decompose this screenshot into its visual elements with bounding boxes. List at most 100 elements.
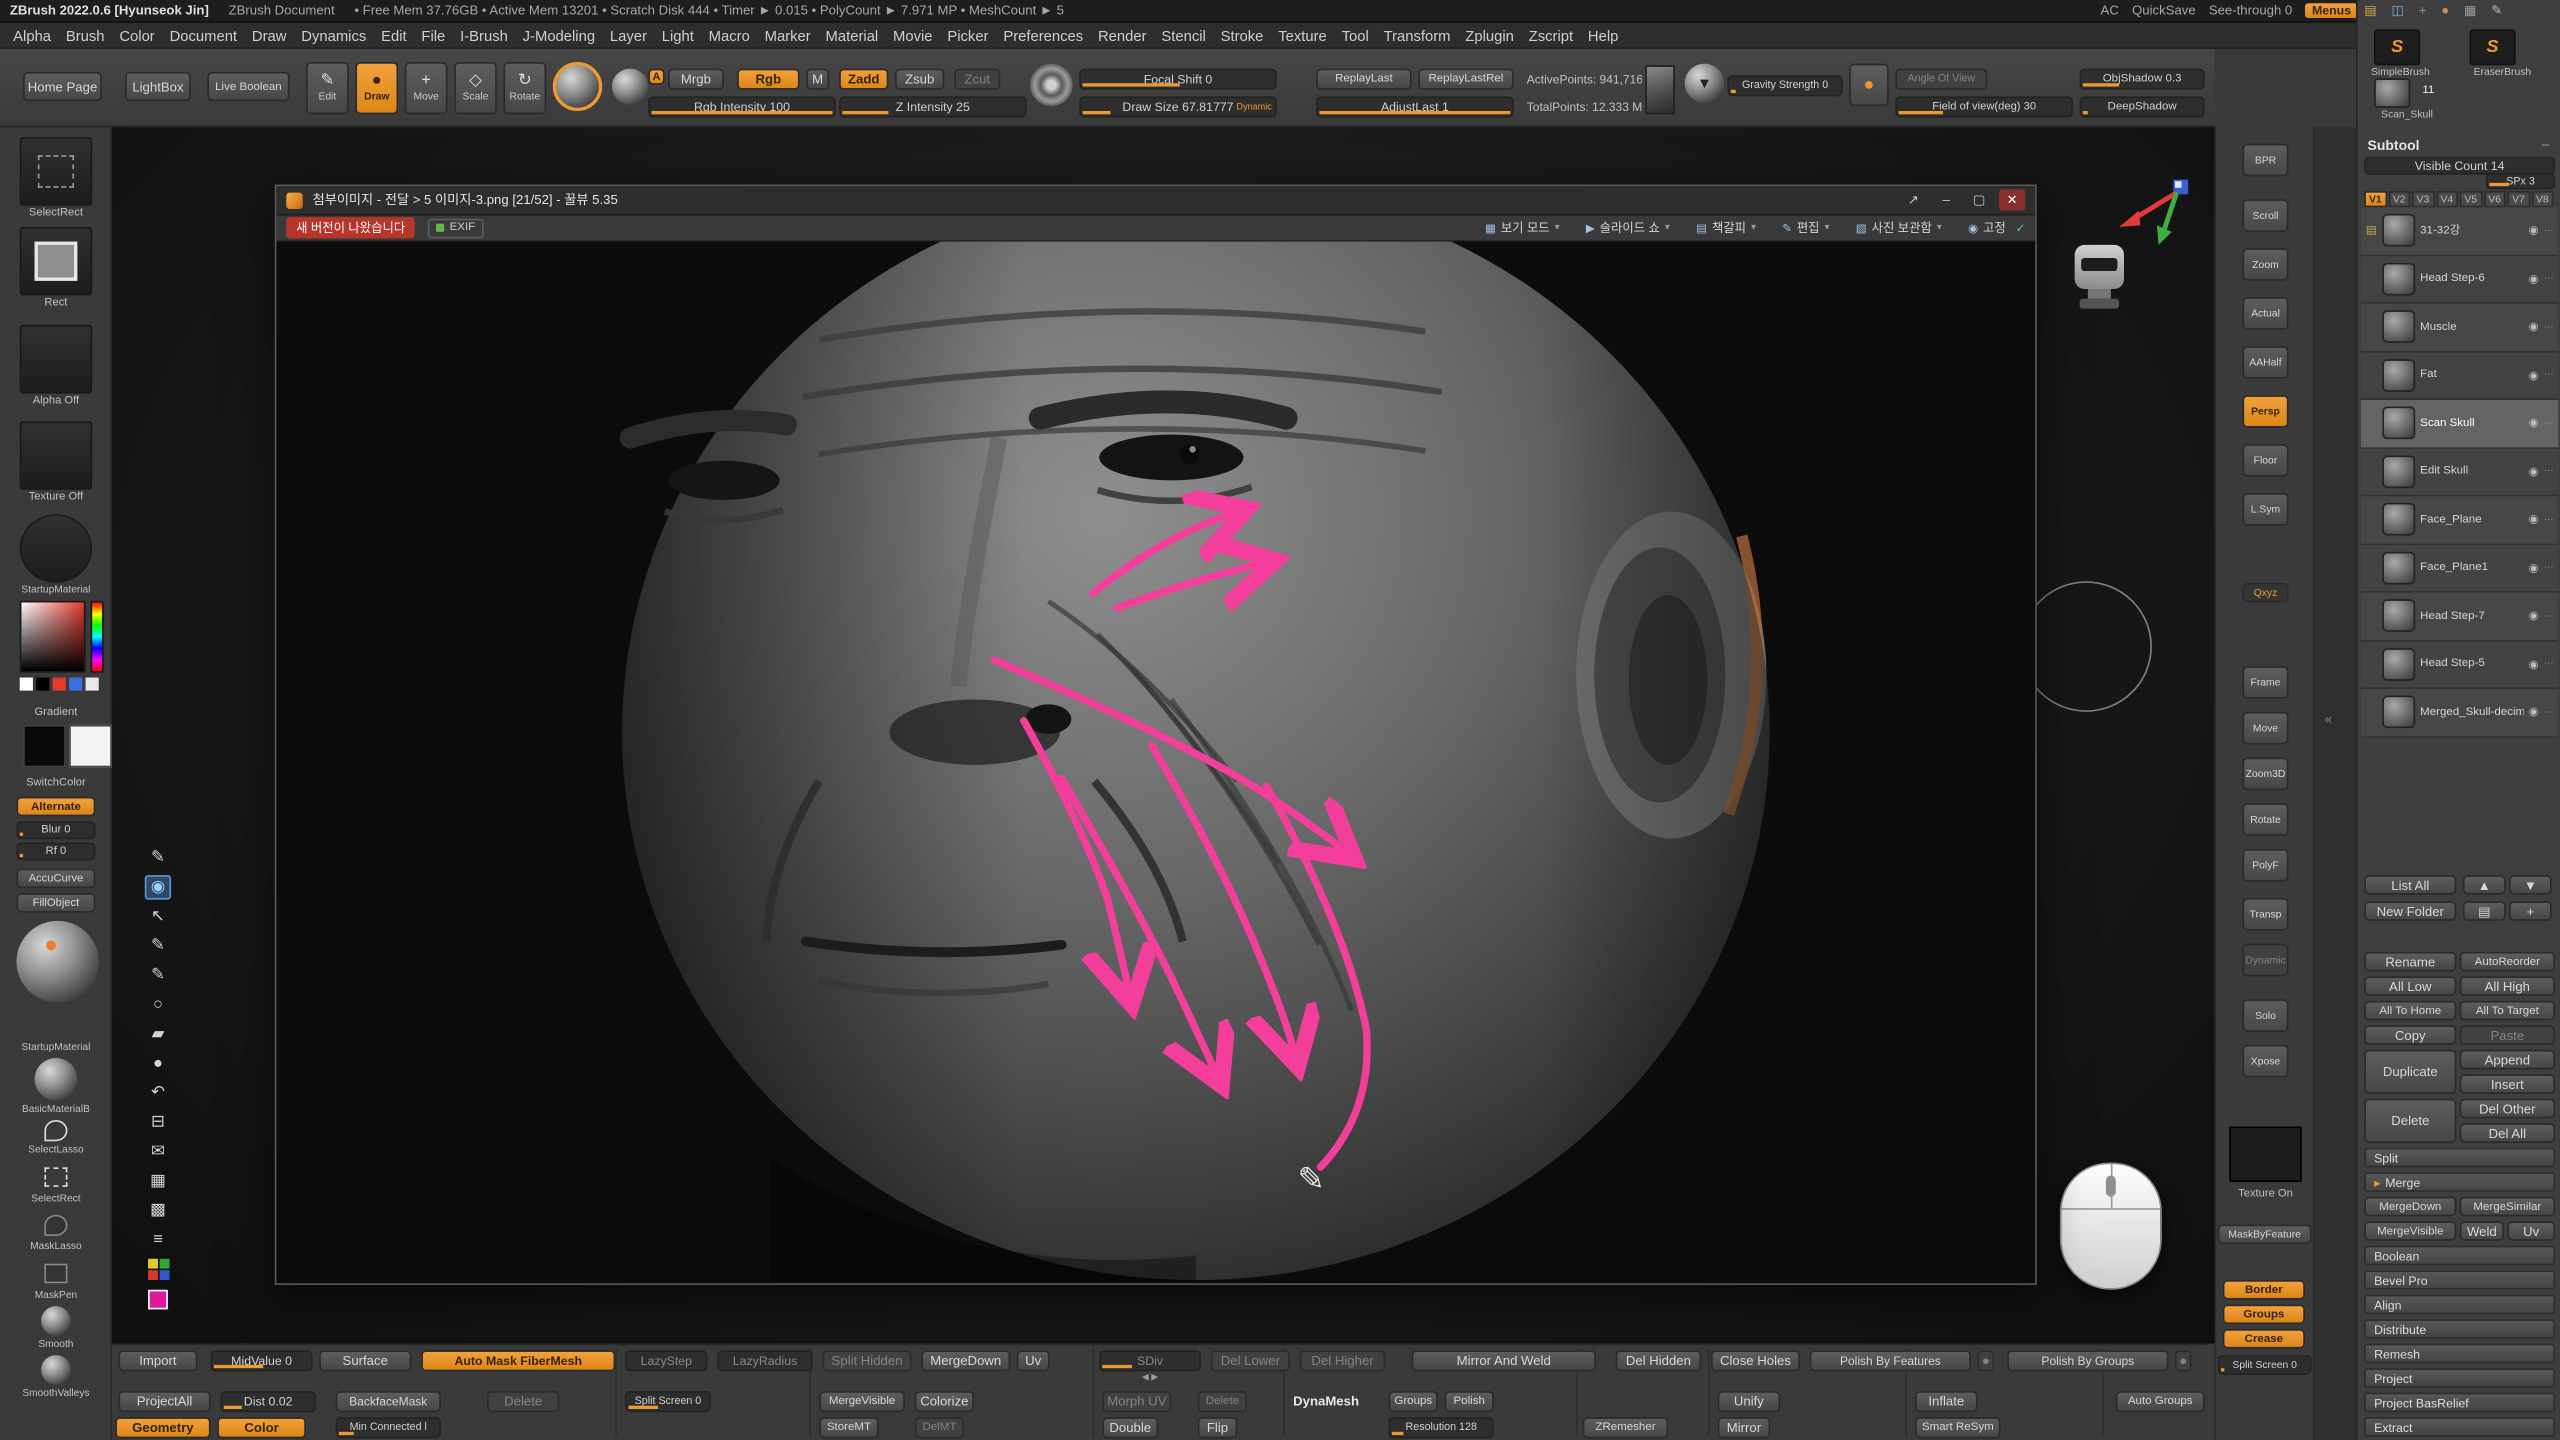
subtool-name[interactable]: Face_Plane1 — [2420, 562, 2523, 573]
append-button[interactable]: Append — [2460, 1050, 2555, 1070]
del-hidden-button[interactable]: Del Hidden — [1616, 1350, 1702, 1371]
visibility-eye-icon[interactable]: ◉ — [2529, 658, 2539, 671]
quicksave-button[interactable]: QuickSave — [2132, 3, 2196, 18]
zadd-toggle[interactable]: Zadd — [839, 69, 888, 90]
magenta-swatch[interactable] — [145, 1287, 171, 1311]
subtool-options-icon[interactable]: ⋯ — [2544, 273, 2554, 284]
grid-icon[interactable]: ▦ — [2464, 3, 2476, 18]
see-through-slider[interactable]: See-through 0 — [2209, 3, 2292, 18]
polish-groups-toggle-dot[interactable]: ● — [2175, 1350, 2191, 1371]
menu-item[interactable]: File — [421, 27, 445, 43]
version-tab[interactable]: V8 — [2531, 191, 2553, 207]
menu-item[interactable]: Stencil — [1161, 27, 1205, 43]
menu-item[interactable]: Dynamics — [301, 27, 366, 43]
dot-brush-icon[interactable]: ● — [145, 1051, 171, 1075]
uv-button[interactable]: Uv — [2507, 1221, 2555, 1241]
align-section-header[interactable]: Align — [2364, 1295, 2555, 1315]
folder-icon[interactable]: ▤ — [2364, 3, 2376, 18]
current-brush-thumbnail[interactable] — [553, 62, 602, 111]
dist-slider[interactable]: Dist 0.02 — [220, 1391, 315, 1412]
version-tab[interactable]: V6 — [2483, 191, 2505, 207]
new-folder-button[interactable]: New Folder — [2364, 901, 2456, 921]
minimize-button[interactable]: – — [1933, 189, 1959, 210]
rf-slider[interactable]: Rf 0 — [16, 842, 95, 860]
menu-item[interactable]: Preferences — [1003, 27, 1083, 43]
weld-button[interactable]: Weld — [2460, 1221, 2504, 1241]
subtool-name[interactable]: Face_Plane — [2420, 514, 2523, 525]
subtool-name[interactable]: Head Step-6 — [2420, 273, 2523, 284]
blur-slider[interactable]: Blur 0 — [16, 821, 95, 839]
visibility-eye-icon[interactable]: ◉ — [2529, 272, 2539, 285]
menu-item[interactable]: Tool — [1342, 27, 1369, 43]
image-icon[interactable]: ▦ — [145, 1169, 171, 1193]
color-button[interactable]: Color — [217, 1417, 306, 1438]
project-basrelief-section-header[interactable]: Project BasRelief — [2364, 1393, 2555, 1413]
subtool-options-icon[interactable]: ⋯ — [2544, 658, 2554, 669]
menu-item[interactable]: Edit — [381, 27, 407, 43]
simple-brush-thumbnail[interactable]: S — [2374, 29, 2420, 65]
lightbox-button[interactable]: LightBox — [125, 72, 191, 101]
pen-icon[interactable]: ✎ — [2491, 3, 2502, 18]
rotate-3d-button[interactable]: Rotate — [2242, 803, 2288, 836]
scan-skull-thumbnail[interactable] — [2374, 78, 2410, 107]
crease-button[interactable]: Crease — [2223, 1329, 2305, 1349]
menu-item[interactable]: I-Brush — [460, 27, 508, 43]
mask-lasso-icon[interactable] — [44, 1215, 67, 1236]
material-sphere-small[interactable] — [35, 1058, 78, 1100]
live-boolean-button[interactable]: Live Boolean — [207, 72, 289, 101]
visibility-eye-icon[interactable]: ◉ — [2529, 513, 2539, 526]
subtool-options-icon[interactable]: ⋯ — [2544, 707, 2554, 718]
color-swatches[interactable] — [20, 678, 99, 691]
version-tab[interactable]: V1 — [2364, 191, 2386, 207]
scroll-button[interactable]: Scroll — [2242, 199, 2288, 232]
eraser-icon[interactable]: ▰ — [145, 1022, 171, 1046]
field-of-view-slider[interactable]: Field of view(deg) 30 — [1895, 96, 2073, 117]
collapse-panel-icon[interactable]: – — [2542, 137, 2549, 152]
rename-button[interactable]: Rename — [2364, 952, 2456, 972]
subtool-thumbnail[interactable] — [2382, 407, 2415, 440]
subtool-name[interactable]: Edit Skull — [2420, 466, 2523, 477]
visibility-eye-icon[interactable]: ◉ — [2529, 609, 2539, 622]
viewer-menu-item[interactable]: ✎ 편집 ▾ — [1782, 219, 1834, 237]
morph-uv-button[interactable]: Morph UV — [1102, 1391, 1171, 1412]
menu-item[interactable]: J-Modeling — [523, 27, 595, 43]
all-low-button[interactable]: All Low — [2364, 976, 2456, 996]
merge-visible-button[interactable]: MergeVisible — [819, 1391, 905, 1412]
subtool-thumbnail[interactable] — [2382, 311, 2415, 344]
exif-button[interactable]: EXIF — [428, 218, 483, 238]
material-sphere-large[interactable] — [16, 921, 98, 1003]
project-all-button[interactable]: ProjectAll — [118, 1391, 210, 1412]
split-screen-slider[interactable]: Split Screen 0 — [2218, 1355, 2312, 1375]
groups-button[interactable]: Groups — [2223, 1304, 2305, 1324]
groups-toggle[interactable]: Groups — [1389, 1391, 1438, 1412]
menu-item[interactable]: Macro — [709, 27, 750, 43]
subtool-options-icon[interactable]: ⋯ — [2544, 466, 2554, 477]
adjust-last-slider[interactable]: AdjustLast 1 — [1316, 96, 1513, 117]
backface-mask-button[interactable]: BackfaceMask — [336, 1391, 441, 1412]
pencil-icon[interactable]: ✎ — [145, 963, 171, 987]
texture-thumbnail[interactable] — [20, 421, 92, 490]
angle-of-view-button[interactable]: Angle Of View — [1895, 69, 1987, 90]
polish-toggle[interactable]: Polish — [1445, 1391, 1494, 1412]
unify-button[interactable]: Unify — [1718, 1391, 1781, 1412]
fill-object-button[interactable]: FillObject — [16, 893, 95, 913]
subtool-name[interactable]: Scan Skull — [2420, 418, 2523, 429]
local-sym-button[interactable]: L.Sym — [2242, 493, 2288, 526]
palette-icon[interactable] — [145, 1257, 171, 1281]
undo-icon[interactable]: ↶ — [145, 1081, 171, 1105]
update-notice-button[interactable]: 새 버전이 나왔습니다 — [286, 217, 415, 238]
image-viewer-window[interactable]: 첨부이미지 - 전달 > 5 이미지-3.png [21/52] - 꿀뷰 5.… — [275, 184, 2037, 1284]
subtool-thumbnail[interactable] — [2382, 262, 2415, 295]
subtool-item[interactable]: Edit Skull ◉ ⋯ — [2361, 448, 2558, 496]
mask-pen-icon[interactable] — [44, 1264, 67, 1284]
close-button[interactable]: ✕ — [1999, 189, 2025, 210]
sdiv-stepper[interactable]: ◀ ▶ — [1099, 1373, 1201, 1383]
menu-item[interactable]: Render — [1098, 27, 1147, 43]
subtool-name[interactable]: Head Step-5 — [2420, 658, 2523, 669]
draw-size-slider[interactable]: Draw Size 67.81777 Dynamic — [1079, 96, 1276, 117]
lazyradius-slider[interactable]: LazyRadius — [717, 1350, 812, 1371]
viewer-image-area[interactable]: ✎ — [278, 242, 2033, 1282]
menu-item[interactable]: Movie — [893, 27, 933, 43]
del-lower-button[interactable]: Del Lower — [1211, 1350, 1290, 1371]
subtool-options-icon[interactable]: ⋯ — [2544, 514, 2554, 525]
